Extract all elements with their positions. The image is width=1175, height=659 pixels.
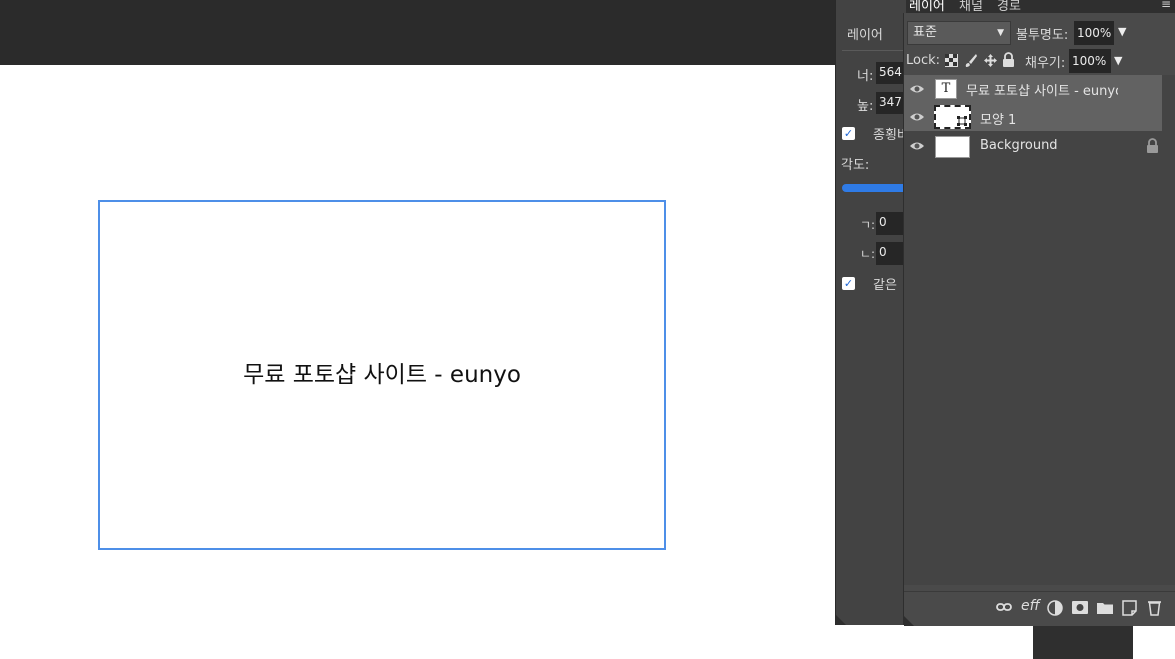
eye-icon[interactable] <box>909 82 925 96</box>
tab-layers[interactable]: 레이어 <box>909 0 945 13</box>
layer-row-shape[interactable]: 모양 1 <box>904 103 1162 131</box>
background-layer-thumbnail <box>935 136 970 158</box>
canvas-text-layer[interactable]: 무료 포토샵 사이트 - eunyo <box>100 355 664 389</box>
same-radius-checkbox[interactable]: ✓ <box>842 277 855 290</box>
layer-name[interactable]: Background <box>980 138 1058 153</box>
chevron-down-icon: ▼ <box>997 28 1004 38</box>
layer-row-background[interactable]: Background <box>904 132 1162 160</box>
opacity-label: 불투명도: <box>1016 28 1069 43</box>
width-input[interactable]: 564. <box>876 62 906 84</box>
blend-mode-value: 표준 <box>913 25 937 40</box>
aspect-label: 종횡비 <box>873 128 906 143</box>
fill-label: 채우기: <box>1025 56 1066 71</box>
lock-move-icon[interactable] <box>983 53 998 72</box>
resize-grip-icon[interactable] <box>904 616 914 626</box>
width-label: 너: <box>857 69 874 84</box>
lock-transparency-icon[interactable] <box>945 54 958 67</box>
radius-v-label: ㄴ: <box>860 247 876 261</box>
divider <box>842 50 906 51</box>
blend-mode-select[interactable]: 표준 ▼ <box>907 21 1011 45</box>
shape-selection[interactable]: 무료 포토샵 사이트 - eunyo <box>98 200 666 550</box>
eye-icon[interactable] <box>909 110 925 124</box>
same-radius-label: 같은 <box>873 278 897 293</box>
new-group-icon[interactable] <box>1097 601 1113 618</box>
properties-layer-tab[interactable]: 레이어 <box>847 24 883 43</box>
tab-paths[interactable]: 경로 <box>997 0 1021 13</box>
radius-v-input[interactable]: 0 <box>876 242 906 265</box>
lock-label: Lock: <box>906 53 941 68</box>
fill-dropdown-icon[interactable]: ▼ <box>1114 54 1122 67</box>
angle-slider[interactable] <box>842 184 906 192</box>
workspace-background <box>1033 625 1133 659</box>
layers-list: T 무료 포토샵 사이트 - eunyo 모양 1 Background <box>904 75 1175 585</box>
aspect-checkbox[interactable]: ✓ <box>842 127 855 140</box>
radius-h-label: ㄱ: <box>860 218 876 232</box>
lock-all-icon[interactable] <box>1002 52 1015 71</box>
shape-layer-thumbnail <box>934 105 971 129</box>
radius-h-input[interactable]: 0 <box>876 212 906 235</box>
layer-row-text[interactable]: T 무료 포토샵 사이트 - eunyo <box>904 75 1162 103</box>
adjustment-layer-icon[interactable] <box>1047 600 1063 620</box>
opacity-input[interactable]: 100% <box>1074 21 1114 45</box>
layers-bottom-toolbar: eff <box>904 591 1175 626</box>
text-layer-thumbnail: T <box>935 79 957 99</box>
layer-effects-icon[interactable]: eff <box>1021 598 1040 614</box>
panel-menu-icon[interactable]: ≡ <box>1161 0 1171 11</box>
height-label: 높: <box>857 99 874 114</box>
layer-name[interactable]: 모양 1 <box>980 109 1016 128</box>
layer-lock-icon <box>1146 138 1159 157</box>
vector-mask-icon <box>957 116 967 126</box>
lock-paint-icon[interactable] <box>964 53 978 72</box>
angle-label: 각도: <box>841 158 870 173</box>
fill-input[interactable]: 100% <box>1069 49 1111 73</box>
link-layers-icon[interactable] <box>996 601 1012 617</box>
layers-panel: 표준 ▼ 불투명도: 100% ▼ Lock: 채우기: 100% ▼ T 무료… <box>903 13 1175 626</box>
new-layer-icon[interactable] <box>1122 600 1137 620</box>
tab-channels[interactable]: 채널 <box>959 0 983 13</box>
resize-grip-icon[interactable] <box>836 615 846 625</box>
opacity-dropdown-icon[interactable]: ▼ <box>1118 25 1126 38</box>
layer-name[interactable]: 무료 포토샵 사이트 - eunyo <box>966 80 1118 99</box>
layer-mask-icon[interactable] <box>1072 601 1088 618</box>
height-input[interactable]: 347. <box>876 92 906 114</box>
delete-layer-icon[interactable] <box>1147 599 1162 620</box>
properties-panel: 레이어 ı 너: 564. 높: 347. ✓ 종횡비 각도: ㄱ: 0 ㄴ: … <box>835 0 906 625</box>
eye-icon[interactable] <box>909 139 925 153</box>
